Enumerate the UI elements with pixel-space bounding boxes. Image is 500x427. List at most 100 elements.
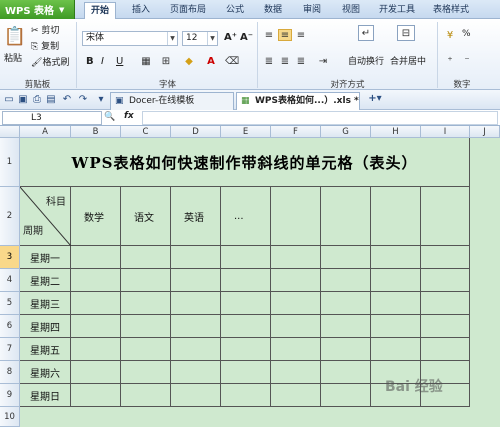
grid-cell[interactable]: [221, 246, 271, 269]
grid-cell[interactable]: [371, 246, 421, 269]
grid-cell[interactable]: [221, 338, 271, 361]
column-header[interactable]: G: [321, 126, 371, 138]
subject-header-cell[interactable]: ...: [221, 187, 271, 246]
paste-icon[interactable]: 📋: [4, 23, 26, 49]
border-icon[interactable]: ▦: [140, 55, 152, 67]
shrink-font-button[interactable]: A⁻: [240, 32, 253, 43]
column-header[interactable]: I: [421, 126, 470, 138]
day-cell[interactable]: 星期一: [20, 246, 71, 269]
spreadsheet-grid[interactable]: A B C D E F G H I J 1 2 3 4 5 6 7 8 9 10…: [0, 126, 500, 427]
currency-icon[interactable]: ¥: [443, 29, 457, 41]
decrease-decimal-icon[interactable]: ⁻: [460, 55, 474, 67]
clear-format-icon[interactable]: ⌫: [225, 55, 239, 67]
grid-cell[interactable]: [321, 292, 371, 315]
grid-cell[interactable]: [321, 246, 371, 269]
row-header[interactable]: 2: [0, 187, 20, 246]
customize-icon[interactable]: ▾: [95, 94, 107, 106]
format-painter-button[interactable]: 🖌格式刷: [31, 55, 69, 68]
grid-cell[interactable]: [371, 315, 421, 338]
grid-cell[interactable]: [121, 315, 171, 338]
day-cell[interactable]: 星期二: [20, 269, 71, 292]
grid-cell[interactable]: [121, 361, 171, 384]
font-size-combo[interactable]: 12 ▼: [182, 31, 218, 46]
doc-tab-workbook[interactable]: ▦ WPS表格如何...）.xls *: [236, 92, 360, 110]
doc-tab-docer[interactable]: ▣ Docer-在线模板: [110, 92, 234, 110]
grid-cell[interactable]: [321, 315, 371, 338]
merge-center-button[interactable]: 合并居中: [390, 54, 426, 67]
row-header-selected[interactable]: 3: [0, 246, 20, 269]
subject-header-cell[interactable]: 数学: [71, 187, 121, 246]
row-header[interactable]: 10: [0, 407, 20, 427]
grid-cell[interactable]: [271, 187, 321, 246]
new-tab-icon[interactable]: +▾: [365, 93, 385, 105]
column-header[interactable]: B: [71, 126, 121, 138]
grid-cell[interactable]: [371, 187, 421, 246]
name-box[interactable]: L3: [2, 111, 102, 125]
grid-cell[interactable]: [321, 361, 371, 384]
tab-insert[interactable]: 插入: [126, 2, 156, 19]
day-cell[interactable]: 星期四: [20, 315, 71, 338]
subject-header-cell[interactable]: 语文: [121, 187, 171, 246]
align-left-icon[interactable]: ≣: [262, 55, 276, 67]
grid-cell[interactable]: [321, 338, 371, 361]
percent-button[interactable]: %: [462, 29, 471, 39]
grid-cell[interactable]: [71, 338, 121, 361]
align-top-icon[interactable]: ≡: [262, 29, 276, 41]
column-header[interactable]: C: [121, 126, 171, 138]
grid-cell[interactable]: [321, 384, 371, 407]
redo-icon[interactable]: ↷: [77, 94, 89, 106]
grid-cell[interactable]: [371, 292, 421, 315]
grid-cell[interactable]: [121, 292, 171, 315]
bold-button[interactable]: B: [86, 56, 94, 67]
formula-input[interactable]: [142, 111, 498, 125]
merge-center-icon[interactable]: ⊟: [397, 25, 415, 41]
grid-cell[interactable]: [71, 246, 121, 269]
grid-cell[interactable]: [121, 384, 171, 407]
grid-cell[interactable]: [221, 269, 271, 292]
grid-cell[interactable]: [421, 292, 470, 315]
tab-formula[interactable]: 公式: [220, 2, 250, 19]
increase-decimal-icon[interactable]: ⁺: [443, 55, 457, 67]
save-icon[interactable]: ▣: [17, 94, 29, 106]
wrap-text-icon[interactable]: ↵: [358, 25, 374, 41]
day-cell[interactable]: 星期日: [20, 384, 71, 407]
align-middle-icon[interactable]: ≡: [278, 29, 292, 41]
grid-cell[interactable]: [171, 292, 221, 315]
grid-cell[interactable]: [71, 292, 121, 315]
grid-cell[interactable]: [271, 338, 321, 361]
grid-cell[interactable]: [171, 338, 221, 361]
sheet-title-cell[interactable]: WPS表格如何快速制作带斜线的单元格（表头）: [20, 138, 470, 187]
wrap-text-button[interactable]: 自动换行: [348, 54, 384, 67]
grid-cell[interactable]: [421, 246, 470, 269]
paste-button[interactable]: 粘贴: [4, 51, 22, 64]
grid-cell[interactable]: [171, 361, 221, 384]
font-name-combo[interactable]: 宋体 ▼: [82, 31, 178, 46]
grid-cell[interactable]: [121, 338, 171, 361]
day-cell[interactable]: 星期三: [20, 292, 71, 315]
tab-view[interactable]: 视图: [336, 2, 366, 19]
grid-cell[interactable]: [271, 315, 321, 338]
tab-table-style[interactable]: 表格样式: [428, 2, 474, 19]
copy-button[interactable]: ⎘ 复制: [31, 39, 59, 52]
underline-button[interactable]: U: [116, 56, 123, 67]
merge-icon[interactable]: ⊞: [160, 55, 172, 67]
grid-cell[interactable]: [71, 384, 121, 407]
tab-page-layout[interactable]: 页面布局: [166, 2, 210, 19]
grid-cell[interactable]: [71, 269, 121, 292]
grid-cell[interactable]: [221, 384, 271, 407]
column-header[interactable]: E: [221, 126, 271, 138]
day-cell[interactable]: 星期六: [20, 361, 71, 384]
row-header[interactable]: 6: [0, 315, 20, 338]
grid-cell[interactable]: [171, 315, 221, 338]
column-header[interactable]: A: [20, 126, 71, 138]
row-header[interactable]: 5: [0, 292, 20, 315]
fill-color-icon[interactable]: ◆: [182, 55, 196, 67]
grid-cell[interactable]: [221, 315, 271, 338]
preview-icon[interactable]: ▤: [45, 94, 57, 106]
cut-button[interactable]: ✂ 剪切: [31, 23, 59, 36]
tab-home[interactable]: 开始: [84, 2, 116, 19]
grid-cell[interactable]: [371, 269, 421, 292]
font-color-icon[interactable]: A: [204, 54, 218, 68]
grid-cell[interactable]: [271, 384, 321, 407]
align-right-icon[interactable]: ≣: [294, 55, 308, 67]
